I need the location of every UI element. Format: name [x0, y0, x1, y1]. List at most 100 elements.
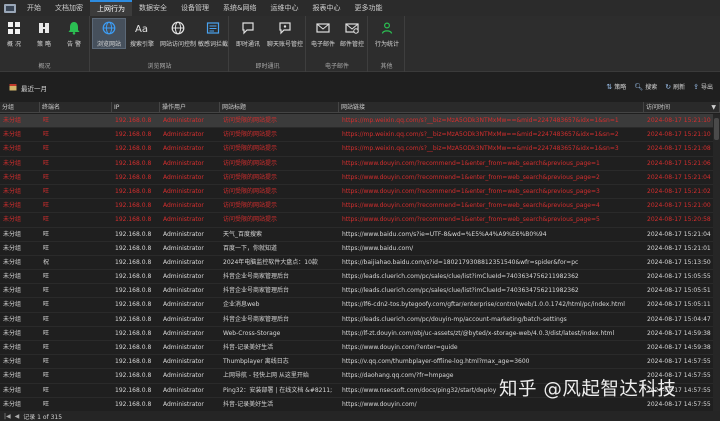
cell-user: Administrator: [163, 400, 204, 408]
ribbon-group-overview: 概 况 策 略 告 警 概况: [0, 16, 90, 72]
cell-ip: 192.168.0.8: [115, 372, 152, 380]
column-header-terminal[interactable]: 终端名: [40, 102, 112, 113]
scrollbar-thumb[interactable]: [714, 118, 719, 140]
table-row[interactable]: 未分组 旺 192.168.0.8 Administrator 访问受限的网站提示 htt…: [0, 171, 720, 185]
refresh-button[interactable]: ↻ 刷新: [665, 82, 685, 92]
table-row[interactable]: 未分组 旺 192.168.0.8 Administrator Thumbplayer …: [0, 355, 720, 370]
cell-title: 访问受限的网站提示: [223, 202, 278, 210]
web-control-icon: [170, 20, 186, 36]
menu-start[interactable]: 开始: [20, 0, 48, 16]
cell-time: 2024-08-17 15:21:04: [647, 173, 711, 181]
chat-account-control-button[interactable]: 聊天账号管控: [266, 19, 304, 48]
cell-url: https://mp.weixin.qq.com/s?__biz=MzA5ODk…: [342, 145, 619, 153]
menu-device-management[interactable]: 设备管理: [174, 0, 216, 16]
table-row[interactable]: 未分组 旺 192.168.0.8 Administrator Web-Cross-St…: [0, 327, 720, 341]
cell-ip: 192.168.0.8: [115, 400, 152, 408]
cell-host: 旺: [43, 230, 50, 238]
cell-url: https://www.douyin.com/?recommend=1&ente…: [342, 216, 600, 224]
table-row[interactable]: 未分组 旺 192.168.0.8 Administrator 访问受限的网站提示 htt…: [0, 142, 720, 157]
cell-title: 上网导航 - 轻快上网 从这里开始: [223, 372, 309, 380]
cell-title: 天气_百度搜索: [223, 230, 263, 238]
menu-ops-center[interactable]: 运维中心: [263, 0, 305, 16]
cell-host: 旺: [43, 173, 50, 181]
table-row[interactable]: 未分组 旺 192.168.0.8 Administrator 访问受限的网站提示 htt…: [0, 128, 720, 143]
cell-time: 2024-08-17 14:59:38: [647, 329, 711, 337]
menu-internet-behavior[interactable]: 上网行为: [90, 0, 132, 16]
cell-time: 2024-08-17 15:05:11: [647, 301, 711, 309]
table-row[interactable]: 未分组 旺 192.168.0.8 Administrator 访问受限的网站提示 htt…: [0, 157, 720, 171]
status-bar: |◀ ◀ 记录 1 of 315: [0, 411, 720, 421]
ribbon-group-im: 即时通讯 聊天账号管控 即时通讯: [230, 16, 306, 72]
table-row[interactable]: 未分组 旺 192.168.0.8 Administrator 访问受限的网站提示 htt…: [0, 185, 720, 200]
policy-button[interactable]: 策 略: [33, 19, 55, 48]
date-range-button[interactable]: 最近一月: [9, 83, 47, 93]
table-row[interactable]: 未分组 旺 192.168.0.8 Administrator 企业消息web https…: [0, 298, 720, 313]
cell-time: 2024-08-17 15:21:04: [647, 230, 711, 238]
bell-icon: [66, 20, 82, 36]
table-row[interactable]: 未分组 旺 192.168.0.8 Administrator 访问受限的网站提示 htt…: [0, 213, 720, 228]
cell-ip: 192.168.0.8: [115, 117, 152, 124]
cell-group: 未分组: [3, 400, 22, 408]
column-header-user[interactable]: 操作用户: [160, 102, 220, 113]
policy-tool-button[interactable]: ⇅ 策略: [606, 82, 626, 92]
cell-host: 旺: [43, 344, 50, 351]
table-row[interactable]: 未分组 祝 192.168.0.8 Administrator 2024年电脑监控软件大…: [0, 256, 720, 271]
table-row[interactable]: 未分组 旺 192.168.0.8 Administrator 访问受限的网站提示 htt…: [0, 114, 720, 129]
table-row[interactable]: 未分组 旺 192.168.0.8 Administrator 抖音企业号商家管理后台 h…: [0, 270, 720, 285]
overview-button[interactable]: 概 况: [3, 19, 25, 48]
cell-url: https://leads.cluerich.com/pc/sales/clue…: [342, 287, 579, 295]
instant-messaging-button[interactable]: 即时通讯: [233, 19, 263, 48]
cell-title: 访问受限的网站提示: [223, 173, 278, 181]
cell-host: 旺: [43, 315, 50, 323]
menu-data-security[interactable]: 数据安全: [132, 0, 174, 16]
table-row[interactable]: 未分组 旺 192.168.0.8 Administrator 百度一下，你就知道 htt…: [0, 242, 720, 256]
cell-user: Administrator: [163, 287, 204, 295]
menu-doc-encryption[interactable]: 文档加密: [48, 0, 90, 16]
menu-more[interactable]: 更多功能: [347, 0, 389, 16]
browse-website-button[interactable]: 浏览网站: [92, 18, 126, 49]
email-button[interactable]: 电子邮件: [309, 19, 337, 48]
search-button[interactable]: 🔍︎ 搜索: [634, 82, 657, 92]
table-header: 分组 终端名 IP 操作用户 网站标题 网站链接 访问时间 ▼: [0, 102, 720, 113]
menu-system-network[interactable]: 系统&网络: [216, 0, 263, 16]
column-header-group[interactable]: 分组: [0, 102, 40, 113]
alert-button[interactable]: 告 警: [63, 19, 85, 48]
app-logo-icon[interactable]: [0, 0, 20, 16]
cell-group: 未分组: [3, 244, 22, 252]
column-header-time[interactable]: 访问时间 ▼: [644, 102, 720, 113]
cell-group: 未分组: [3, 287, 22, 295]
table-row[interactable]: 未分组 旺 192.168.0.8 Administrator 抖音企业号商家管理后台 h…: [0, 284, 720, 299]
website-access-control-button[interactable]: 网站访问控制: [159, 19, 197, 48]
export-button[interactable]: ⇪ 导出: [693, 82, 713, 92]
table-row[interactable]: 未分组 旺 192.168.0.8 Administrator 访问受限的网站提示 htt…: [0, 199, 720, 214]
cell-time: 2024-08-17 15:21:00: [647, 202, 711, 210]
cell-host: 旺: [43, 273, 50, 281]
email-control-button[interactable]: 邮件管控: [338, 19, 366, 48]
table-row[interactable]: 未分组 旺 192.168.0.8 Administrator 抖音-记录美好生活 htt…: [0, 341, 720, 356]
prev-page-icon[interactable]: ◀: [15, 413, 20, 420]
cell-ip: 192.168.0.8: [115, 287, 152, 295]
first-page-icon[interactable]: |◀: [4, 413, 11, 420]
cell-host: 旺: [43, 287, 50, 295]
column-header-ip[interactable]: IP: [112, 102, 160, 113]
cell-user: Administrator: [163, 173, 204, 181]
group-label-im: 即时通讯: [255, 63, 280, 70]
menu-report-center[interactable]: 报表中心: [305, 0, 347, 16]
vertical-scrollbar[interactable]: [713, 114, 720, 411]
sort-desc-icon: ▼: [711, 104, 716, 111]
cell-ip: 192.168.0.8: [115, 273, 152, 281]
behavior-stats-button[interactable]: 行为统计: [372, 19, 402, 48]
cell-url: https://www.douyin.com/?recommend=1&ente…: [342, 202, 600, 210]
cell-user: Administrator: [163, 329, 204, 337]
cell-title: 企业消息web: [223, 301, 260, 309]
cell-time: 2024-08-17 15:21:10: [647, 131, 711, 139]
column-header-title[interactable]: 网站标题: [220, 102, 339, 113]
search-engine-button[interactable]: Aa 搜索引擎: [127, 19, 157, 48]
sensitive-word-block-button[interactable]: 敏感词拦截: [197, 19, 229, 48]
table-row[interactable]: 未分组 旺 192.168.0.8 Administrator 天气_百度搜索 https…: [0, 228, 720, 242]
table-row[interactable]: 未分组 旺 192.168.0.8 Administrator 抖音企业号商家管理后台 h…: [0, 313, 720, 327]
cell-group: 未分组: [3, 329, 22, 337]
cell-group: 未分组: [3, 216, 22, 224]
calendar-icon: [9, 83, 17, 93]
column-header-url[interactable]: 网站链接: [339, 102, 644, 113]
